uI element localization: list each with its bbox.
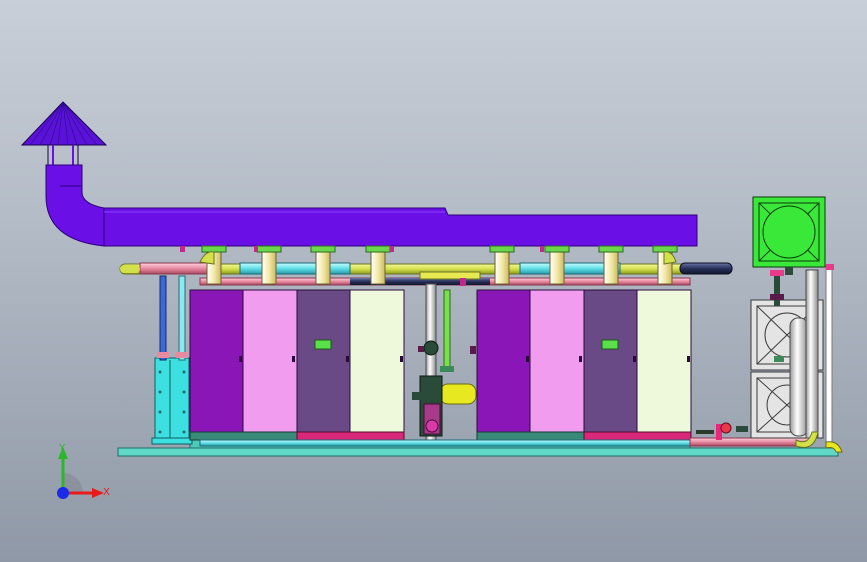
y-axis-label: Y [59, 443, 66, 454]
boiler-group-left [189, 289, 405, 441]
circulation-pump-assembly [412, 283, 477, 445]
expansion-tank-stack [750, 264, 843, 453]
chimney-cap [20, 101, 108, 166]
flue-duct [45, 164, 698, 247]
green-water-tank [752, 196, 826, 275]
x-axis-label: X [103, 487, 110, 498]
orientation-triad [57, 447, 104, 499]
plate-heat-exchanger [151, 275, 193, 445]
boiler-group-right [476, 289, 692, 441]
boiler-room-model[interactable] [0, 0, 867, 562]
cad-viewport[interactable]: Y X [0, 0, 867, 562]
